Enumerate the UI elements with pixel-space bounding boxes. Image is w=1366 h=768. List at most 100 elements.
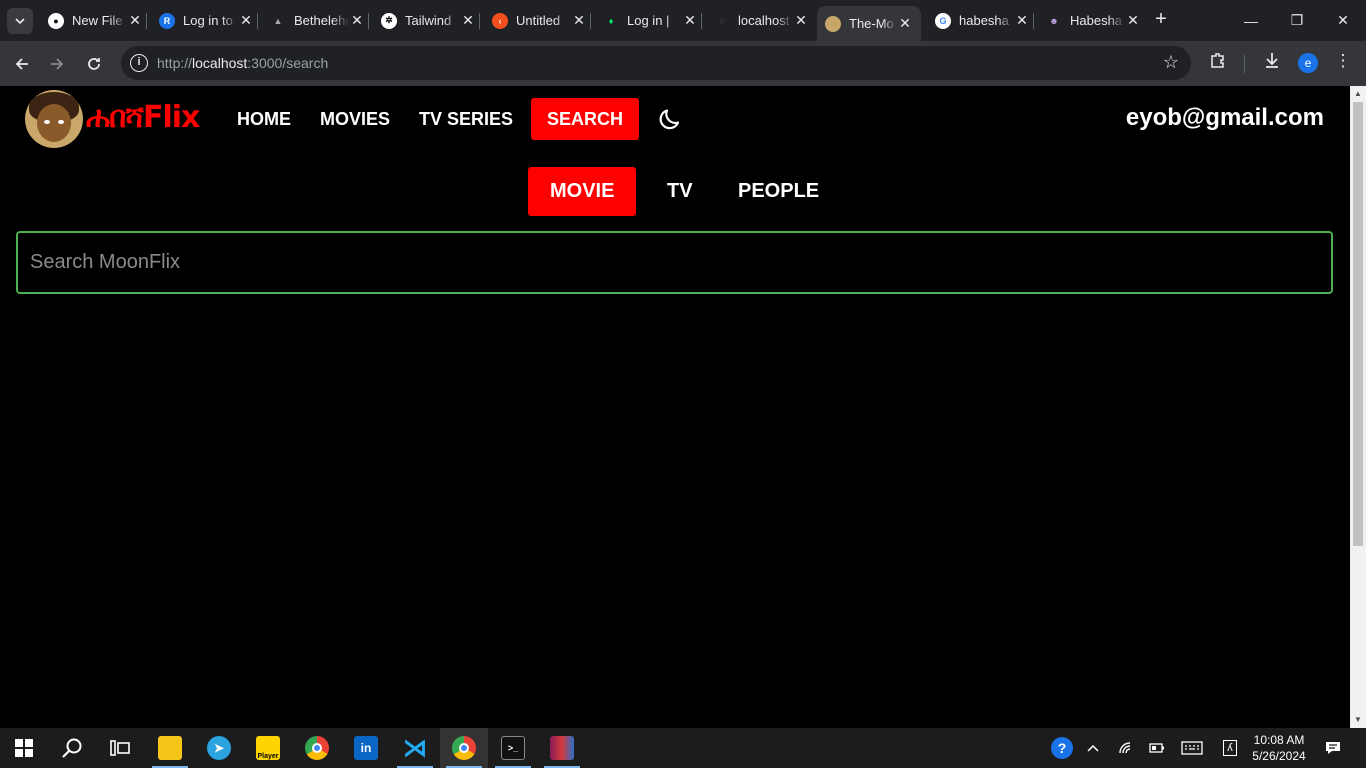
close-icon[interactable]: ✕ xyxy=(460,12,476,29)
taskbar-file-explorer[interactable] xyxy=(146,728,194,768)
notifications-icon[interactable] xyxy=(1320,728,1346,768)
bookmark-star-icon[interactable]: ☆ xyxy=(1163,52,1179,73)
moonflix-icon xyxy=(825,15,841,32)
extensions-icon[interactable] xyxy=(1206,51,1230,74)
taskbar-terminal[interactable]: >_ xyxy=(489,728,537,768)
taskbar-linkedin[interactable]: in xyxy=(342,728,390,768)
nav-home[interactable]: HOME xyxy=(221,98,307,140)
close-icon[interactable]: ✕ xyxy=(897,15,913,32)
user-email[interactable]: eyob@gmail.com xyxy=(1126,104,1324,132)
reload-icon xyxy=(88,58,100,70)
tab-title: localhost xyxy=(738,13,790,28)
browser-tab[interactable]: R Log in to ✕ xyxy=(151,6,262,35)
forward-button[interactable] xyxy=(42,49,72,79)
scrollbar-thumb[interactable] xyxy=(1353,102,1363,546)
download-arrow-icon xyxy=(1266,53,1278,68)
url-text[interactable]: http://localhost:3000/search xyxy=(157,55,328,71)
minimize-button[interactable]: — xyxy=(1228,0,1274,41)
nav-movies[interactable]: MOVIES xyxy=(304,98,406,140)
keyboard-icon[interactable] xyxy=(1178,728,1206,768)
reload-button[interactable] xyxy=(79,49,109,79)
profile-avatar[interactable]: e xyxy=(1298,53,1318,73)
new-tab-button[interactable]: + xyxy=(1150,8,1172,32)
close-icon[interactable]: ✕ xyxy=(127,12,143,29)
touch-keyboard-icon xyxy=(1181,741,1203,755)
google-icon: G xyxy=(935,12,951,29)
taskbar-chrome-profile[interactable] xyxy=(440,728,488,768)
browser-tab[interactable]: ✲ Tailwind ✕ xyxy=(373,6,484,35)
tab-tv[interactable]: TV xyxy=(645,167,715,216)
scroll-up-icon[interactable]: ▲ xyxy=(1350,86,1366,102)
theme-toggle-moon-icon[interactable] xyxy=(658,105,684,131)
scroll-down-icon[interactable]: ▼ xyxy=(1350,712,1366,728)
close-icon[interactable]: ✕ xyxy=(571,12,587,29)
tab-title: Log in to xyxy=(183,13,233,28)
logo-eye xyxy=(44,120,50,124)
site-info-icon[interactable]: i xyxy=(130,54,148,72)
clock-date: 5/26/2024 xyxy=(1252,749,1306,763)
close-icon[interactable]: ✕ xyxy=(1014,12,1030,29)
tab-title: New File xyxy=(72,13,123,28)
close-icon[interactable]: ✕ xyxy=(238,12,254,29)
search-input[interactable] xyxy=(18,233,1331,292)
menu-kebab-icon[interactable]: ⋮ xyxy=(1331,51,1355,71)
browser-tab[interactable]: ◌ localhost ✕ xyxy=(706,6,817,35)
input-language-icon[interactable]: ʎ xyxy=(1218,728,1242,768)
tab-title: Tailwind xyxy=(405,13,452,28)
nav-search[interactable]: SEARCH xyxy=(531,98,640,140)
wifi-signal-icon xyxy=(1119,742,1131,754)
start-button[interactable] xyxy=(0,728,48,768)
search-icon xyxy=(62,738,82,758)
windows-icon xyxy=(15,739,33,757)
browser-tab[interactable]: ‹ Untitled ✕ xyxy=(484,6,595,35)
player-label: Player xyxy=(257,753,279,760)
page-viewport: ሐበሻFlix HOME MOVIES TV SERIES SEARCH eyo… xyxy=(0,86,1350,728)
search-box xyxy=(16,231,1333,294)
close-icon[interactable]: ✕ xyxy=(1125,12,1141,29)
figma-icon: ‹ xyxy=(492,12,508,29)
browser-tab-active[interactable]: The-Mo ✕ xyxy=(817,6,921,41)
download-icon[interactable] xyxy=(1260,51,1284,74)
tab-movie[interactable]: MOVIE xyxy=(528,167,637,216)
site-logo[interactable] xyxy=(25,90,83,148)
tab-title: The-Mo xyxy=(849,16,894,31)
close-icon[interactable]: ✕ xyxy=(682,12,698,29)
wifi-icon[interactable] xyxy=(1114,728,1138,768)
player-icon: Player xyxy=(256,736,280,760)
close-icon[interactable]: ✕ xyxy=(793,12,809,29)
folder-icon xyxy=(158,736,182,760)
system-clock[interactable]: 10:08 AM 5/26/2024 xyxy=(1246,732,1312,764)
help-icon[interactable]: ? xyxy=(1048,728,1076,768)
browser-tab[interactable]: ▲ Bethelehem ✕ xyxy=(262,6,373,35)
task-view-icon xyxy=(110,740,130,756)
ai-icon: ☻ xyxy=(1049,15,1059,26)
task-view-button[interactable] xyxy=(96,728,144,768)
taskbar-chrome[interactable] xyxy=(293,728,341,768)
taskbar-winrar[interactable] xyxy=(538,728,586,768)
address-bar[interactable]: i http://localhost:3000/search ☆ xyxy=(121,46,1191,80)
logo-eye xyxy=(58,120,64,124)
browser-tab[interactable]: G habesha ✕ xyxy=(927,6,1038,35)
site-brand[interactable]: ሐበሻFlix xyxy=(86,100,200,135)
taskbar-search-button[interactable] xyxy=(48,728,96,768)
back-button[interactable] xyxy=(7,49,37,79)
arrow-left-icon xyxy=(15,58,28,70)
localhost-icon: ◌ xyxy=(719,15,725,26)
browser-tab[interactable]: ♦ Log in | ✕ xyxy=(595,6,706,35)
tray-chevron-up-icon[interactable] xyxy=(1082,728,1104,768)
battery-icon[interactable] xyxy=(1146,728,1168,768)
browser-tab[interactable]: ☻ Habesha ✕ xyxy=(1038,6,1149,35)
tab-people[interactable]: PEOPLE xyxy=(716,167,841,216)
close-icon[interactable]: ✕ xyxy=(349,12,365,29)
nav-tv-series[interactable]: TV SERIES xyxy=(403,98,529,140)
tab-search-button[interactable] xyxy=(7,8,33,34)
vscode-icon: ⋊ xyxy=(403,734,427,762)
linkedin-icon: in xyxy=(354,736,378,760)
page-scrollbar[interactable]: ▲ ▼ xyxy=(1350,86,1366,728)
taskbar-vscode[interactable]: ⋊ xyxy=(391,728,439,768)
taskbar-player[interactable]: Player xyxy=(244,728,292,768)
close-window-button[interactable]: ✕ xyxy=(1320,0,1366,41)
taskbar-telegram[interactable]: ➤ xyxy=(195,728,243,768)
restore-button[interactable]: ❐ xyxy=(1274,0,1320,41)
browser-tab[interactable]: ● New File ✕ xyxy=(40,6,151,35)
